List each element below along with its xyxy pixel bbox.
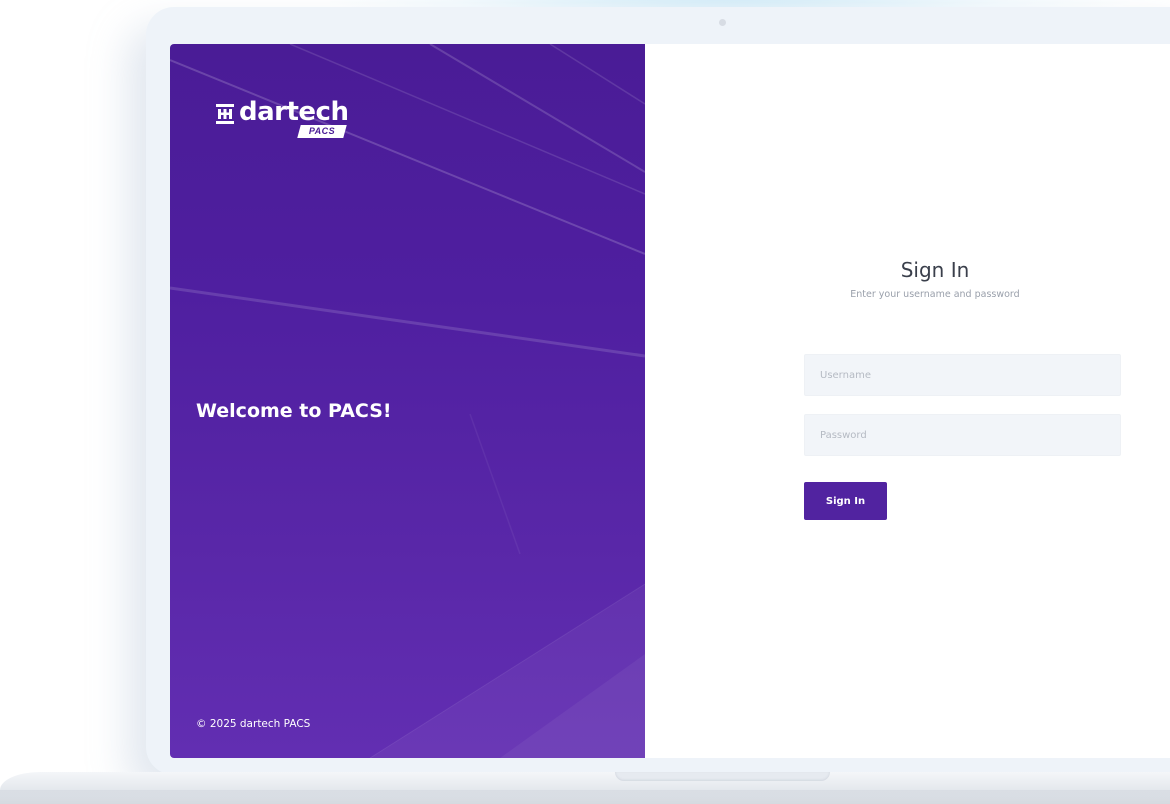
logo-badge-text: PACS: [308, 126, 336, 136]
laptop-mockup: dartech PACS Welcome to PACS! © 2025 dar…: [0, 0, 1170, 804]
welcome-heading: Welcome to PACS!: [196, 400, 392, 422]
laptop-base-shadow: [0, 790, 1170, 804]
welcome-panel: dartech PACS Welcome to PACS! © 2025 dar…: [170, 44, 645, 758]
signin-title: Sign In: [900, 258, 970, 282]
logo-badge: PACS: [297, 125, 347, 138]
dartech-pacs-logo: dartech PACS: [215, 97, 355, 149]
dartech-logo-icon: [216, 104, 234, 124]
signin-button[interactable]: Sign In: [804, 482, 887, 520]
webcam-dot: [719, 19, 726, 26]
signin-form: Sign In Enter your username and password…: [645, 44, 1170, 758]
password-input[interactable]: [804, 414, 1121, 456]
copyright-text: © 2025 dartech PACS: [196, 718, 311, 730]
signin-subtitle: Enter your username and password: [850, 289, 1020, 300]
logo-wordmark: dartech: [239, 97, 349, 127]
laptop-screen: dartech PACS Welcome to PACS! © 2025 dar…: [170, 44, 1170, 758]
laptop-notch: [615, 772, 830, 781]
username-input[interactable]: [804, 354, 1121, 396]
